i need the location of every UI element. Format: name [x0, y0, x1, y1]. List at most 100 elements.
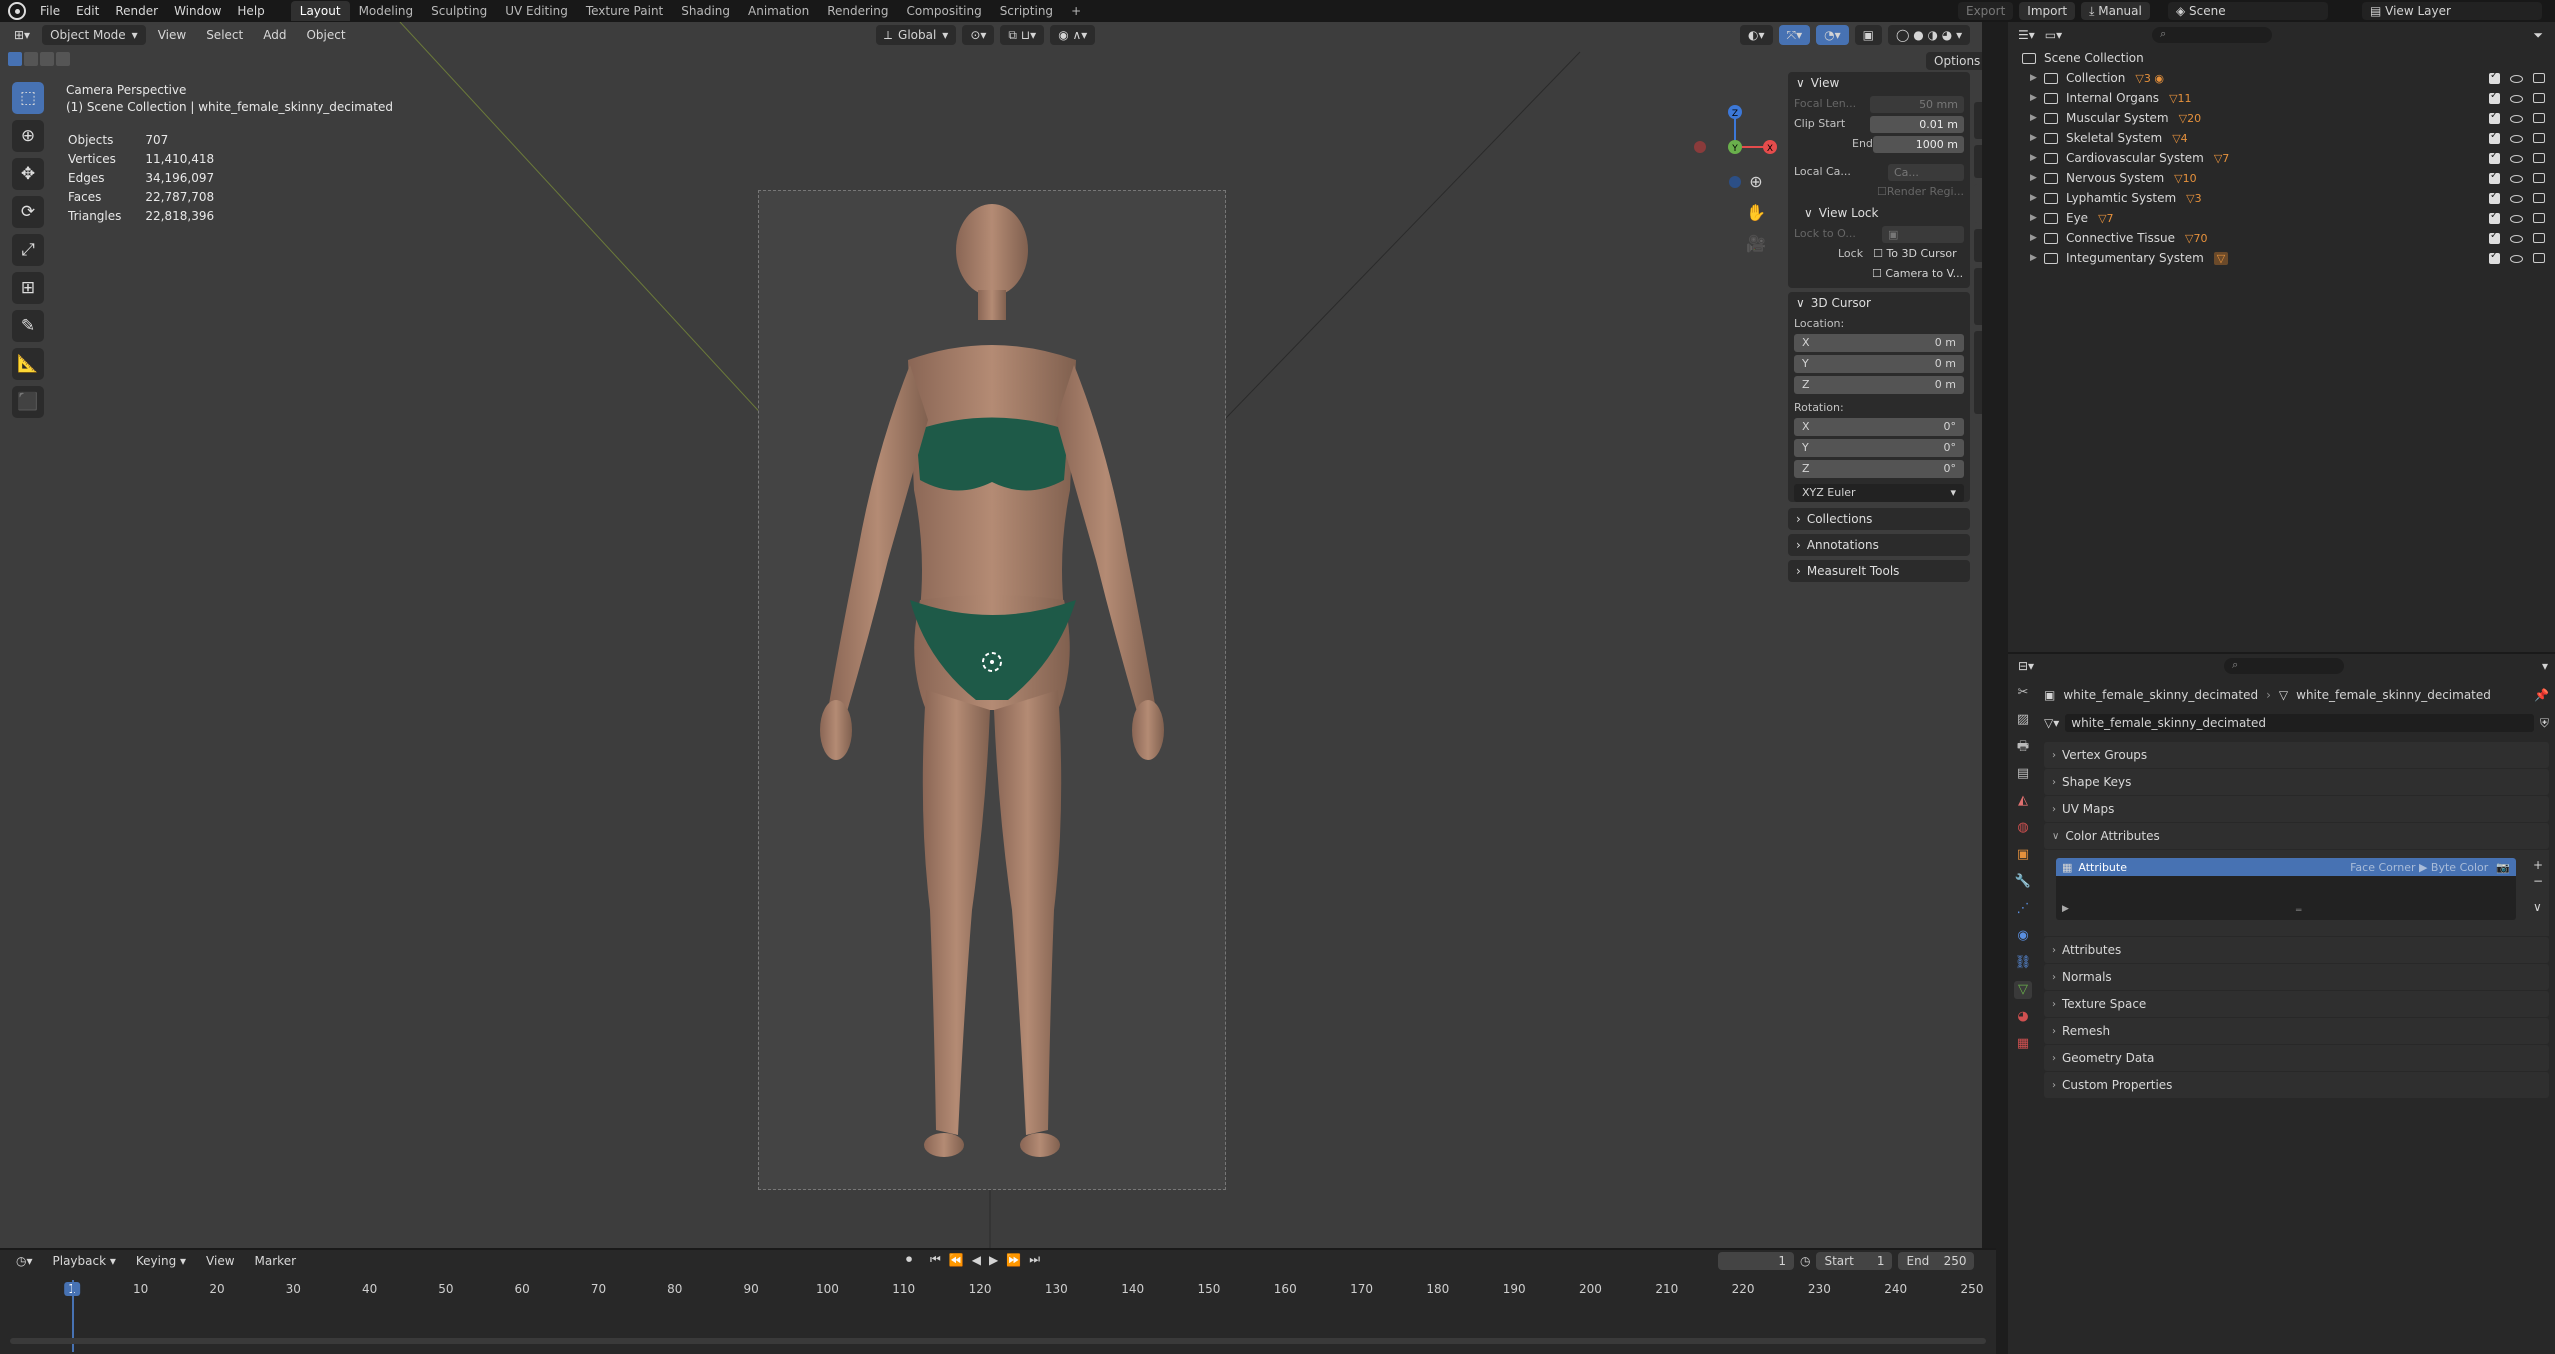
eye-icon[interactable] [2510, 94, 2523, 103]
mesh-name-field[interactable]: white_female_skinny_decimated [2065, 714, 2534, 732]
scene-selector[interactable]: ◈ Scene [2168, 2, 2328, 20]
remove-attribute-button[interactable]: − [2533, 874, 2543, 888]
breadcrumb-mesh[interactable]: white_female_skinny_decimated [2296, 688, 2491, 702]
import-button[interactable]: Import [2019, 2, 2076, 20]
manual-button[interactable]: ⤓ Manual [2081, 2, 2150, 20]
workspace-tab-layout[interactable]: Layout [290, 1, 350, 21]
workspace-tab-sculpting[interactable]: Sculpting [422, 1, 496, 21]
chevron-down-icon[interactable]: ▾ [2542, 659, 2548, 673]
3d-viewport[interactable]: ⊞▾ Object Mode ▾ View Select Add Object ⟂… [0, 22, 1982, 1254]
current-frame-field[interactable]: 1 [1718, 1252, 1794, 1270]
outliner-row-nervous-system[interactable]: ▶ Nervous System ▽10 [2008, 168, 2555, 188]
clip-end-field[interactable]: 1000 m [1872, 135, 1964, 153]
eye-icon[interactable] [2510, 254, 2523, 263]
remesh-panel[interactable]: › Remesh [2044, 1018, 2549, 1044]
exclude-checkbox[interactable] [2489, 190, 2500, 204]
3d-cursor-header[interactable]: ∨ 3D Cursor [1788, 292, 1970, 314]
outliner-row-muscular-system[interactable]: ▶ Muscular System ▽20 [2008, 108, 2555, 128]
exclude-checkbox[interactable] [2489, 130, 2500, 144]
cursor-rotation-z-field[interactable]: Z 0° [1794, 460, 1964, 478]
color-attributes-panel-header[interactable]: ∨ Color Attributes [2044, 823, 2549, 849]
list-expand-icon[interactable]: ▶ [2062, 904, 2069, 914]
chevron-right-icon[interactable]: ▶ [2030, 153, 2044, 163]
camera-icon[interactable] [2533, 132, 2545, 143]
chevron-right-icon[interactable]: ▶ [2030, 93, 2044, 103]
cursor-rotation-y-field[interactable]: Y 0° [1794, 439, 1964, 457]
eye-icon[interactable] [2510, 214, 2523, 223]
object-tab-icon[interactable]: ▣ [2014, 846, 2032, 864]
annotate-tool-icon[interactable]: ✎ [12, 310, 44, 342]
outliner-search-input[interactable]: ⌕ [2152, 27, 2273, 43]
particles-tab-icon[interactable]: ⋰ [2014, 900, 2032, 918]
chevron-right-icon[interactable]: ▶ [2030, 253, 2044, 263]
scene-tab-icon[interactable]: ◭ [2014, 792, 2032, 810]
workspace-tab-compositing[interactable]: Compositing [897, 1, 990, 21]
menu-render[interactable]: Render [107, 0, 166, 22]
tool-tab-icon[interactable]: ✂ [2014, 684, 2032, 702]
camera-icon[interactable] [2533, 92, 2545, 103]
attribute-specials-button[interactable]: ∨ [2533, 900, 2543, 914]
render-camera-icon[interactable]: 📷 [2496, 861, 2510, 874]
constraints-tab-icon[interactable]: ⛓ [2014, 954, 2032, 972]
camera-icon[interactable] [2533, 172, 2545, 183]
focal-length-field[interactable]: 50 mm [1870, 95, 1964, 113]
workspace-tab-animation[interactable]: Animation [739, 1, 818, 21]
cursor-location-y-field[interactable]: Y 0 m [1794, 355, 1964, 373]
chevron-right-icon[interactable]: ▶ [2030, 73, 2044, 83]
camera-icon[interactable] [2533, 212, 2545, 223]
workspace-tab-rendering[interactable]: Rendering [818, 1, 897, 21]
menu-window[interactable]: Window [166, 0, 229, 22]
add-workspace-button[interactable]: + [1062, 1, 1090, 21]
measureit-tools-panel[interactable]: › MeasureIt Tools [1788, 560, 1970, 582]
move-tool-icon[interactable]: ✥ [12, 158, 44, 190]
camera-view-icon[interactable]: 🎥 [1746, 234, 1766, 253]
chevron-right-icon[interactable]: ▶ [2030, 173, 2044, 183]
attributes-panel[interactable]: › Attributes [2044, 937, 2549, 963]
eye-icon[interactable] [2510, 74, 2523, 83]
cursor-rotation-x-field[interactable]: X 0° [1794, 418, 1964, 436]
modifier-tab-icon[interactable]: 🔧 [2014, 873, 2032, 891]
mesh-data-tab-icon[interactable]: ▽ [2014, 981, 2032, 999]
view-panel-header[interactable]: ∨ View [1788, 72, 1970, 94]
record-icon[interactable]: ⏺ [906, 1252, 912, 1267]
jump-start-icon[interactable]: ⏮ [930, 1252, 941, 1267]
camera-icon[interactable] [2533, 72, 2545, 83]
exclude-checkbox[interactable] [2489, 170, 2500, 184]
list-resize-handle[interactable]: ═ [2296, 906, 2301, 916]
timeline-scrollbar[interactable] [10, 1338, 1986, 1344]
rotate-tool-icon[interactable]: ⟳ [12, 196, 44, 228]
eye-icon[interactable] [2510, 134, 2523, 143]
eye-icon[interactable] [2510, 154, 2523, 163]
exclude-checkbox[interactable] [2489, 230, 2500, 244]
chevron-right-icon[interactable]: ▶ [2030, 213, 2044, 223]
exclude-checkbox[interactable] [2489, 210, 2500, 224]
menu-edit[interactable]: Edit [68, 0, 107, 22]
menu-file[interactable]: File [32, 0, 68, 22]
geometry-data-panel[interactable]: › Geometry Data [2044, 1045, 2549, 1071]
cursor-location-x-field[interactable]: X 0 m [1794, 334, 1964, 352]
texture-space-panel[interactable]: › Texture Space [2044, 991, 2549, 1017]
camera-icon[interactable] [2533, 112, 2545, 123]
outliner-scene-collection[interactable]: Scene Collection [2008, 48, 2555, 68]
exclude-checkbox[interactable] [2489, 150, 2500, 164]
workspace-tab-texture-paint[interactable]: Texture Paint [577, 1, 672, 21]
workspace-tab-modeling[interactable]: Modeling [350, 1, 423, 21]
shape-keys-panel[interactable]: › Shape Keys [2044, 769, 2549, 795]
measure-tool-icon[interactable]: 📐 [12, 348, 44, 380]
jump-end-icon[interactable]: ⏭ [1029, 1252, 1040, 1267]
chevron-right-icon[interactable]: ▶ [2030, 193, 2044, 203]
cursor-location-z-field[interactable]: Z 0 m [1794, 376, 1964, 394]
outliner-row-connective-tissue[interactable]: ▶ Connective Tissue ▽70 [2008, 228, 2555, 248]
outliner-row-collection[interactable]: ▶ Collection ▽3 ◉ [2008, 68, 2555, 88]
eye-icon[interactable] [2510, 174, 2523, 183]
exclude-checkbox[interactable] [2489, 110, 2500, 124]
rotation-mode-dropdown[interactable]: XYZ Euler ▾ [1794, 484, 1964, 502]
workspace-tab-scripting[interactable]: Scripting [991, 1, 1062, 21]
next-keyframe-icon[interactable]: ⏩ [1006, 1253, 1021, 1267]
human-figure-model[interactable] [758, 190, 1226, 1190]
vertex-groups-panel[interactable]: › Vertex Groups [2044, 742, 2549, 768]
play-reverse-icon[interactable]: ◀ [972, 1253, 981, 1267]
view-lock-header[interactable]: ∨ View Lock [1788, 202, 1970, 224]
chevron-right-icon[interactable]: ▶ [2030, 113, 2044, 123]
sidebar-tab-tool[interactable]: Tool [1974, 145, 1982, 179]
